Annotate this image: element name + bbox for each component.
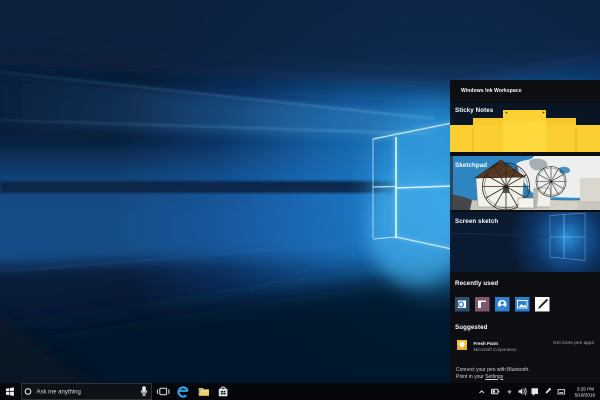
svg-text:5/18/2016: 5/18/2016	[575, 393, 596, 398]
svg-text:Ask me anything: Ask me anything	[37, 390, 81, 396]
svg-text:3:25 PM: 3:25 PM	[577, 387, 594, 392]
